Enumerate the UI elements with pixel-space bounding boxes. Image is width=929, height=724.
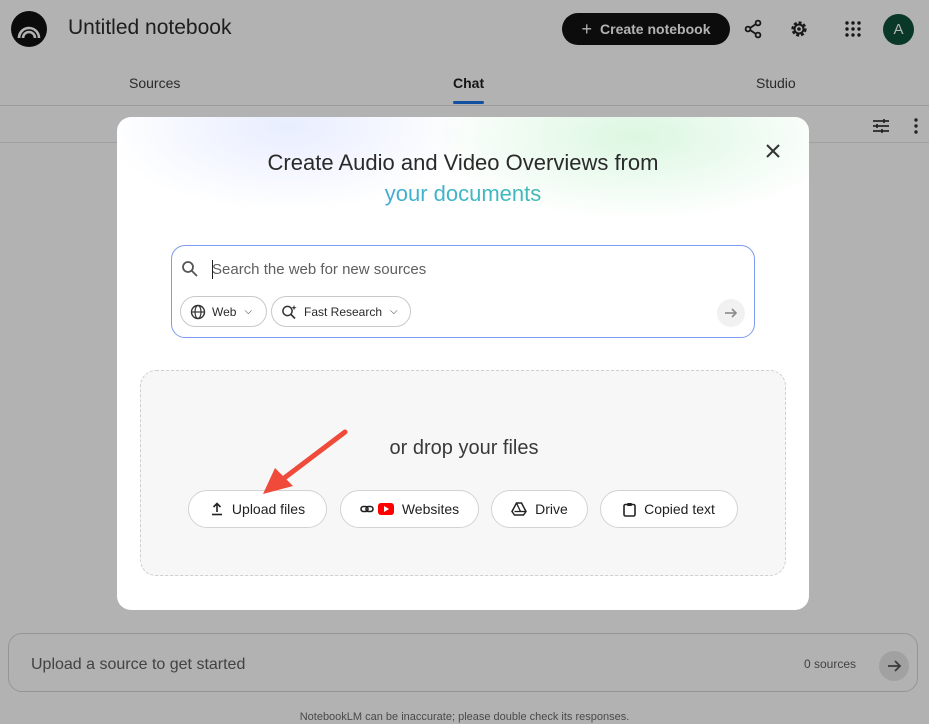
- file-drop-zone[interactable]: or drop your files Upload files Websites…: [140, 370, 786, 576]
- web-source-dropdown[interactable]: Web ⌵: [180, 296, 267, 327]
- drive-label: Drive: [535, 501, 568, 517]
- add-sources-dialog: Create Audio and Video Overviews from yo…: [117, 117, 809, 610]
- drive-button[interactable]: Drive: [491, 490, 588, 528]
- text-caret: [212, 260, 213, 279]
- chevron-down-icon: ⌵: [244, 306, 253, 317]
- sparkle-search-icon: [282, 304, 297, 319]
- web-search-input[interactable]: [212, 257, 692, 281]
- web-search-box: Web ⌵ Fast Research ⌵: [171, 245, 755, 338]
- google-drive-icon: [511, 502, 528, 516]
- web-chip-label: Web: [212, 304, 237, 319]
- red-pointer-arrow: [263, 429, 348, 494]
- copied-text-button[interactable]: Copied text: [600, 490, 738, 528]
- copied-text-label: Copied text: [644, 501, 715, 517]
- chevron-down-icon: ⌵: [390, 306, 398, 317]
- clipboard-icon: [623, 502, 636, 517]
- research-mode-dropdown[interactable]: Fast Research ⌵: [271, 296, 411, 327]
- research-chip-label: Fast Research: [304, 304, 383, 319]
- websites-button[interactable]: Websites: [340, 490, 479, 528]
- upload-icon: [211, 502, 222, 516]
- dialog-heading-highlight: your documents: [117, 181, 809, 207]
- globe-icon: [190, 304, 206, 319]
- drop-files-label: or drop your files: [389, 437, 539, 459]
- dialog-heading: Create Audio and Video Overviews from: [267, 150, 659, 175]
- search-icon: [181, 260, 199, 278]
- submit-search-button[interactable]: [717, 299, 745, 327]
- arrow-right-icon: [725, 308, 738, 318]
- youtube-icon: [377, 503, 394, 515]
- link-icon: [360, 505, 374, 513]
- upload-files-label: Upload files: [231, 501, 306, 517]
- websites-label: Websites: [401, 501, 460, 517]
